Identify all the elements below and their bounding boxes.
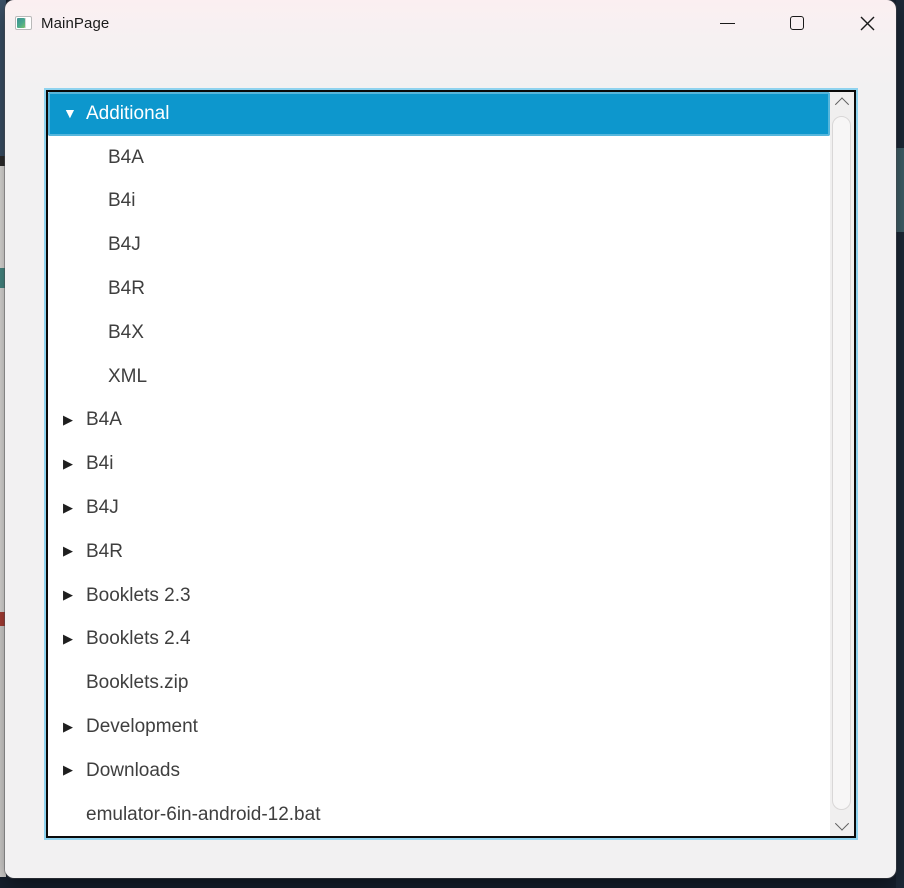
- minimize-button[interactable]: [705, 7, 749, 39]
- titlebar[interactable]: MainPage: [5, 0, 896, 46]
- expand-arrow-icon[interactable]: ▶: [63, 501, 86, 514]
- tree-item-label: B4X: [108, 321, 144, 343]
- expand-arrow-icon[interactable]: ▶: [63, 588, 86, 601]
- expand-arrow-icon[interactable]: ▶: [63, 457, 86, 470]
- expand-arrow-icon[interactable]: ▶: [63, 720, 86, 733]
- tree-item-label: B4J: [108, 234, 141, 256]
- vertical-scrollbar[interactable]: [830, 92, 854, 836]
- window-controls: [705, 0, 896, 46]
- tree-listbox: ▼Additional▶B4A▶B4i▶B4J▶B4R▶B4X▶XML▶B4A▶…: [44, 88, 858, 840]
- tree-item[interactable]: ▶B4R: [48, 530, 830, 574]
- tree-item[interactable]: ▶ Booklets 2.3: [48, 574, 830, 618]
- tree-item-label: emulator-6in-android-12.bat: [86, 803, 321, 825]
- close-button[interactable]: [845, 7, 889, 39]
- app-icon-teal-pane: [17, 18, 26, 28]
- scrollbar-thumb[interactable]: [832, 116, 851, 810]
- expand-arrow-icon[interactable]: ▶: [63, 632, 86, 645]
- tree-item[interactable]: ▶B4i: [48, 442, 830, 486]
- desktop-background-right: [896, 0, 904, 888]
- tree-item-label: Booklets 2.4: [86, 628, 191, 650]
- tree-item[interactable]: ▶B4R: [48, 267, 830, 311]
- tree-item[interactable]: ▶ Development: [48, 705, 830, 749]
- tree-item[interactable]: ▶B4J: [48, 486, 830, 530]
- tree-item-label: Additional: [86, 102, 170, 124]
- tree-item[interactable]: ▶emulator-6in-android-12.bat: [48, 793, 830, 836]
- tree-item[interactable]: ▼ Additional: [48, 92, 830, 136]
- tree-item-label: B4A: [86, 409, 122, 431]
- tree-item[interactable]: ▶B4A: [48, 136, 830, 180]
- tree-item[interactable]: ▶XML: [48, 355, 830, 399]
- app-icon-white-pane: [25, 18, 30, 28]
- maximize-icon: [790, 16, 804, 30]
- tree-item[interactable]: ▶B4J: [48, 223, 830, 267]
- tree-item[interactable]: ▶B4i: [48, 180, 830, 224]
- close-icon: [860, 16, 874, 30]
- tree-item-label: Development: [86, 716, 198, 738]
- tree-item-label: B4A: [108, 146, 144, 168]
- chevron-up-icon: [834, 97, 850, 112]
- tree-item-label: Downloads: [86, 759, 180, 781]
- tree-rows: ▼Additional▶B4A▶B4i▶B4J▶B4R▶B4X▶XML▶B4A▶…: [48, 92, 830, 836]
- collapse-arrow-icon[interactable]: ▼: [63, 106, 86, 120]
- tree-item-label: B4R: [108, 278, 145, 300]
- tree-item-label: Booklets.zip: [86, 672, 189, 694]
- tree-item-label: Booklets 2.3: [86, 584, 191, 606]
- window-title: MainPage: [41, 14, 110, 32]
- tree-item-label: B4R: [86, 540, 123, 562]
- tree-item-label: B4i: [108, 190, 136, 212]
- scroll-down-button[interactable]: [830, 814, 854, 836]
- tree-item-label: XML: [108, 365, 148, 387]
- tree-item-label: B4J: [86, 497, 119, 519]
- chevron-down-icon: [834, 816, 850, 831]
- expand-arrow-icon[interactable]: ▶: [63, 763, 86, 776]
- app-icon: [15, 16, 32, 30]
- expand-arrow-icon[interactable]: ▶: [63, 413, 86, 426]
- expand-arrow-icon[interactable]: ▶: [63, 544, 86, 557]
- tree-item-label: B4i: [86, 453, 114, 475]
- minimize-icon: [719, 22, 735, 24]
- maximize-button[interactable]: [775, 7, 819, 39]
- tree-item[interactable]: ▶B4A: [48, 399, 830, 443]
- scroll-up-button[interactable]: [830, 92, 854, 114]
- tree-item[interactable]: ▶B4X: [48, 311, 830, 355]
- tree-item[interactable]: ▶ Booklets 2.4: [48, 618, 830, 662]
- tree-item[interactable]: ▶ Downloads: [48, 749, 830, 793]
- tree-item[interactable]: ▶Booklets.zip: [48, 661, 830, 705]
